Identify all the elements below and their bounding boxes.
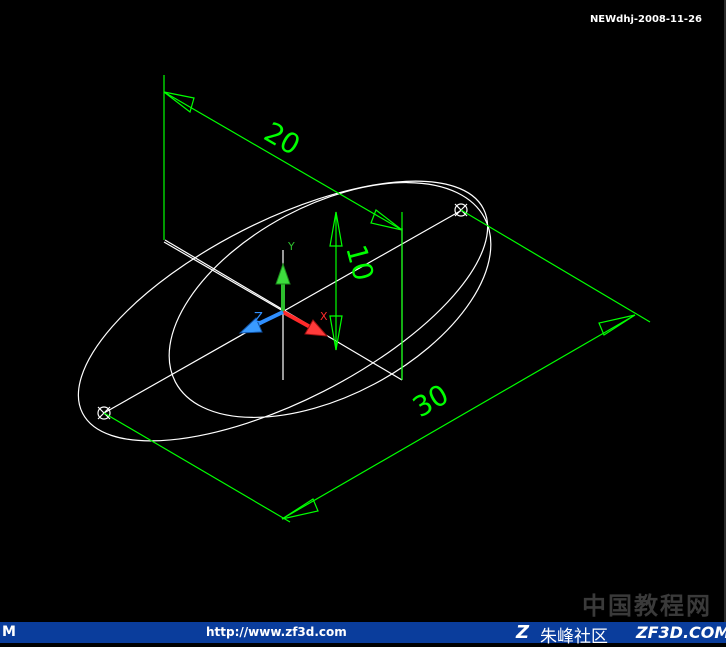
dimension-text-20: 20 — [259, 115, 306, 161]
dimension-text-30: 30 — [407, 378, 454, 424]
footer-url-link[interactable]: http://www.zf3d.com — [206, 625, 347, 639]
minor-axis-line-2 — [163, 241, 284, 312]
footer-community-name: 朱峰社区 — [540, 627, 608, 647]
ucs-y-arrow — [275, 262, 291, 285]
ucs-x-label: X — [320, 310, 328, 323]
footer-bar: M http://www.zf3d.com Z 朱峰社区 ZF3D.COM — [0, 622, 726, 647]
community-logo-icon: Z — [516, 622, 530, 643]
footer-brand[interactable]: ZF3D.COM — [636, 623, 726, 642]
dimension-10 — [329, 211, 343, 351]
drawing-canvas: 20 10 30 Z X Y — [77, 75, 651, 523]
ucs-icon: Z X Y — [238, 240, 329, 337]
watermark-text: 中国教程网 — [582, 591, 712, 620]
ellipse-front — [168, 181, 492, 419]
cad-viewport[interactable]: NEWdhj-2008-11-26 20 10 30 Z X Y 中国教程网 — [0, 0, 726, 622]
dimension-text-10: 10 — [339, 241, 380, 284]
footer-left-mark: M — [2, 624, 16, 640]
ucs-z-label: Z — [254, 311, 263, 326]
ucs-y-label: Y — [287, 240, 295, 253]
